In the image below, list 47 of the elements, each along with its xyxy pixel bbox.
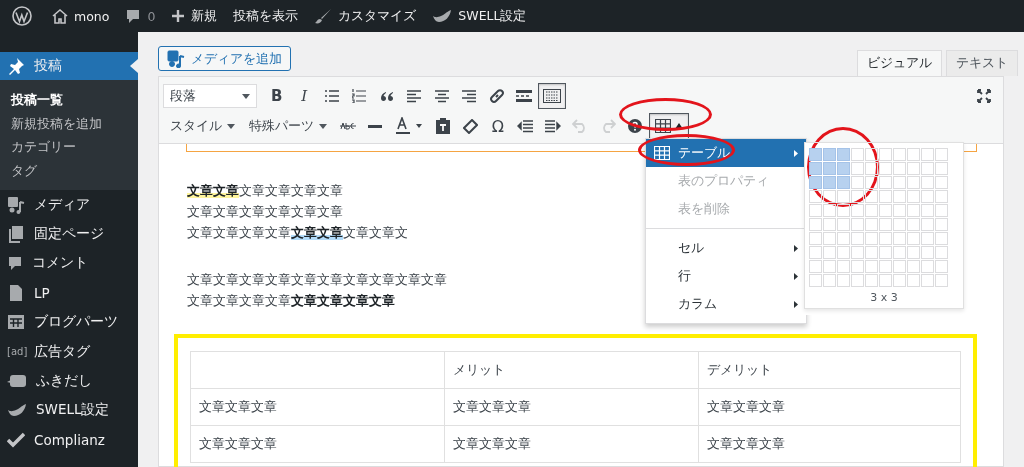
paragraph-line: 文章文章文章文章文章文章 bbox=[187, 203, 343, 221]
paragraph-line: 文章文章文章文章文章文章文章文章文章文章 bbox=[187, 271, 447, 289]
editor-tab[interactable]: テキスト bbox=[946, 50, 1018, 76]
menu-item[interactable]: テーブル bbox=[646, 139, 806, 167]
admin-bar-link[interactable]: 投稿を表示 bbox=[233, 7, 299, 25]
sidebar-item[interactable]: LP bbox=[0, 278, 138, 308]
sidebar-item[interactable]: ブログパーツ bbox=[0, 307, 138, 337]
sidebar-item[interactable]: [ad] 広告タグ bbox=[0, 336, 138, 367]
submenu-item[interactable]: 新規投稿を追加 bbox=[0, 111, 138, 135]
table-cell: 文章文章文章 bbox=[190, 388, 445, 426]
menu-item[interactable]: 行 bbox=[646, 262, 806, 290]
table-cell: 文章文章文章 bbox=[698, 425, 961, 463]
format-select[interactable]: 段落 bbox=[163, 84, 257, 108]
admin-bar-link[interactable]: 0 bbox=[125, 8, 156, 24]
table-cell: 文章文章文章 bbox=[698, 388, 961, 426]
add-media-button[interactable]: メディアを追加 bbox=[158, 46, 291, 71]
paragraph-line: 文章文章文章文章文章文章 bbox=[187, 182, 343, 200]
admin-bar-link[interactable]: mono bbox=[52, 8, 110, 24]
admin-bar-link[interactable]: カスタマイズ bbox=[314, 7, 417, 25]
table-cell: 文章文章文章 bbox=[444, 388, 699, 426]
admin-bar-link[interactable]: 新規 bbox=[171, 7, 218, 25]
table-cell: デメリット bbox=[698, 351, 961, 389]
table-cell: 文章文章文章 bbox=[444, 425, 699, 463]
toolbar-button[interactable]: Ω bbox=[484, 113, 512, 139]
toolbar-button[interactable]: B bbox=[263, 83, 291, 109]
toolbar-button[interactable]: I bbox=[290, 83, 318, 109]
sidebar-item[interactable]: 投稿 bbox=[0, 52, 138, 80]
paragraph-line: 文章文章文章文章文章文章文章文章文 bbox=[187, 224, 408, 242]
submenu-item[interactable]: 投稿一覧 bbox=[0, 88, 138, 112]
sidebar-item[interactable]: ふきだし bbox=[0, 366, 138, 396]
toolbar-dropdown[interactable]: スタイル bbox=[163, 113, 242, 139]
submenu-item[interactable]: カテゴリー bbox=[0, 135, 138, 159]
paragraph-line: 文章文章文章文章文章文章文章文章 bbox=[187, 292, 395, 310]
menu-item[interactable]: カラム bbox=[646, 290, 806, 318]
sidebar-item[interactable]: コメント bbox=[0, 248, 138, 279]
sidebar-item[interactable]: 固定ページ bbox=[0, 219, 138, 249]
menu-item[interactable]: セル bbox=[646, 234, 806, 262]
toolbar-dropdown[interactable]: 特殊パーツ bbox=[242, 113, 334, 139]
admin-bar-link[interactable]: SWELL設定 bbox=[432, 7, 527, 25]
submenu-item[interactable]: タグ bbox=[0, 158, 138, 182]
table-cell: メリット bbox=[444, 351, 699, 389]
sidebar-item[interactable]: Complianz bbox=[0, 425, 138, 455]
sidebar-item[interactable]: メディア bbox=[0, 190, 138, 220]
grid-size-label: 3 x 3 bbox=[869, 290, 899, 304]
sidebar-item[interactable]: SWELL設定 bbox=[0, 395, 138, 426]
table-cell: 文章文章文章 bbox=[190, 425, 445, 463]
editor-tab[interactable]: ビジュアル bbox=[857, 50, 942, 76]
